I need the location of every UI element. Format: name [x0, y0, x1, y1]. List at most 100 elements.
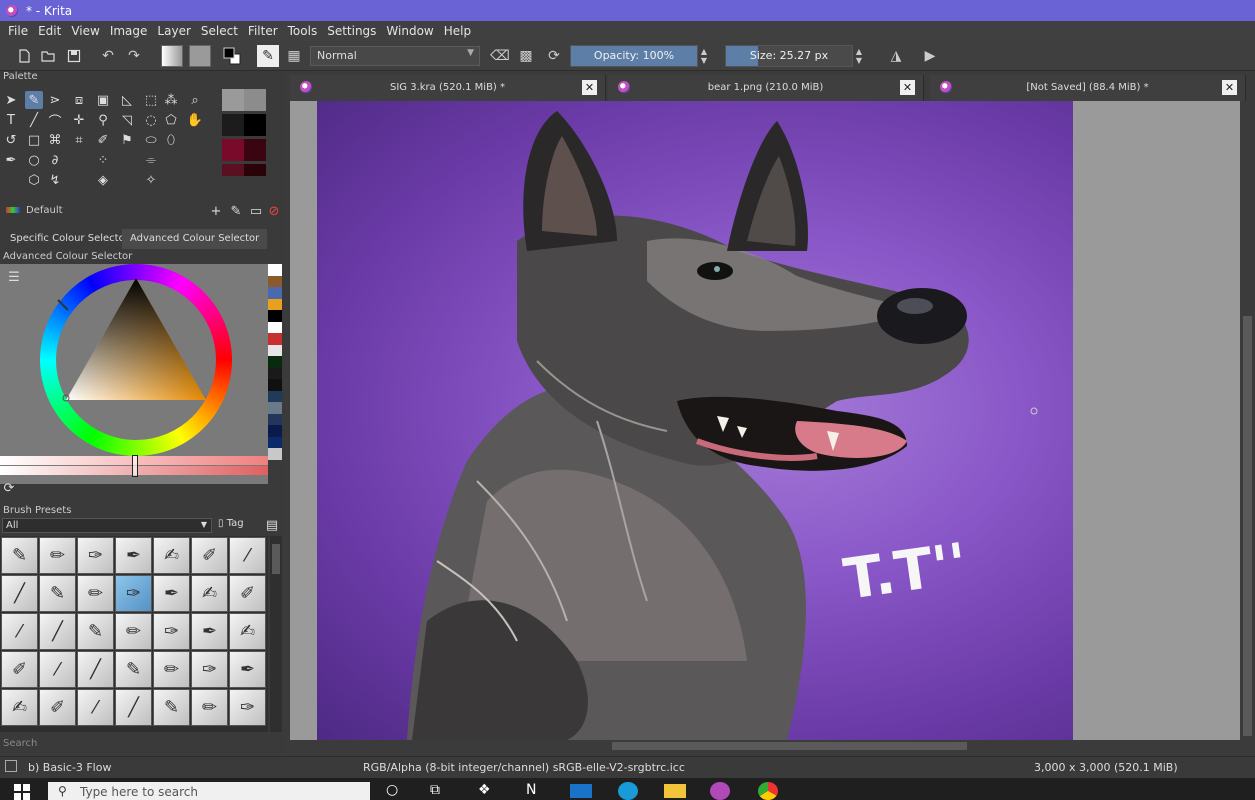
- brush-preset-icon[interactable]: ✑: [115, 575, 152, 612]
- selector-settings-icon[interactable]: ☰: [5, 268, 23, 286]
- tag-button[interactable]: ▯ Tag: [218, 518, 260, 533]
- close-icon[interactable]: ✕: [900, 80, 915, 95]
- status-color-space[interactable]: RGB/Alpha (8-bit integer/channel) sRGB-e…: [363, 761, 685, 774]
- menu-layer[interactable]: Layer: [152, 24, 195, 38]
- freehand-path-tool-icon[interactable]: ∂: [46, 151, 64, 169]
- elliptical-selection-tool-icon[interactable]: ◌: [142, 111, 160, 129]
- open-document-icon[interactable]: [38, 46, 58, 66]
- opacity-slider[interactable]: Opacity: 100%: [570, 45, 698, 67]
- colour-history-swatch[interactable]: [268, 379, 282, 391]
- brush-preset-icon[interactable]: ✐: [229, 575, 266, 612]
- brush-preset-icon[interactable]: ✑: [77, 537, 114, 574]
- tab-document-sig3[interactable]: SIG 3.kra (520.1 MiB) * ✕: [290, 75, 606, 101]
- close-icon[interactable]: ✕: [582, 80, 597, 95]
- brush-preset-icon[interactable]: ⁄: [39, 651, 76, 688]
- undo-icon[interactable]: ↶: [98, 46, 118, 66]
- crop-tool-icon[interactable]: ⌗: [70, 131, 88, 149]
- taskbar-search-input[interactable]: Type here to search: [48, 782, 370, 800]
- palette-swatch[interactable]: [222, 164, 244, 176]
- polyline-tool-icon[interactable]: ↯: [46, 171, 64, 189]
- blend-mode-select[interactable]: Normal ▼: [310, 46, 480, 66]
- reference-images-tool-icon[interactable]: ⚑: [118, 131, 136, 149]
- krita-taskbar-icon[interactable]: [710, 782, 730, 800]
- brush-preset-icon[interactable]: ✍: [191, 575, 228, 612]
- measure-tool-icon[interactable]: ◺: [118, 91, 136, 109]
- gradient-tool-icon[interactable]: ▣: [94, 91, 112, 109]
- tab-document-unsaved[interactable]: [Not Saved] (88.4 MiB) * ✕: [930, 75, 1246, 101]
- rectangle-tool-icon[interactable]: □: [25, 131, 43, 149]
- brush-preset-icon[interactable]: ✒: [229, 651, 266, 688]
- mail-icon[interactable]: [570, 784, 592, 798]
- multibrush-tool-icon[interactable]: ⋗: [46, 91, 64, 109]
- brush-editor-icon[interactable]: ✎: [257, 45, 279, 67]
- size-stepper-icon[interactable]: ▲ ▼: [852, 46, 866, 66]
- scroll-thumb[interactable]: [1243, 316, 1252, 736]
- reload-preset-icon[interactable]: ⟳: [544, 46, 564, 66]
- colour-history-swatch[interactable]: [268, 402, 282, 414]
- similar-color-selection-tool-icon[interactable]: ⬯: [162, 131, 180, 149]
- zoom-tool-icon[interactable]: ⌕: [186, 91, 204, 109]
- edit-shapes-tool-icon[interactable]: ✒: [2, 151, 20, 169]
- menu-edit[interactable]: Edit: [33, 24, 66, 38]
- menu-file[interactable]: File: [3, 24, 33, 38]
- presets-scrollbar[interactable]: [270, 536, 282, 732]
- drawing-canvas[interactable]: T.T'': [317, 101, 1073, 740]
- brush-preset-icon[interactable]: ✐: [1, 651, 38, 688]
- brush-preset-icon[interactable]: ✎: [1, 537, 38, 574]
- task-view-icon[interactable]: ⧉: [430, 782, 440, 798]
- brush-preset-icon[interactable]: ✏: [77, 575, 114, 612]
- rectangular-selection-tool-icon[interactable]: ⬚: [142, 91, 160, 109]
- palette-swatch[interactable]: [244, 114, 266, 136]
- brush-preset-icon[interactable]: ✎: [153, 689, 190, 726]
- menu-filter[interactable]: Filter: [243, 24, 283, 38]
- colour-history-swatch[interactable]: [268, 298, 282, 310]
- windows-start-icon[interactable]: [14, 784, 30, 800]
- brush-preset-icon[interactable]: ⁄: [77, 689, 114, 726]
- brush-preset-icon[interactable]: ✏: [153, 651, 190, 688]
- magnetic-selection-tool-icon[interactable]: ✧: [142, 171, 160, 189]
- palette-swatch[interactable]: [222, 139, 244, 161]
- colour-history-swatch[interactable]: [268, 436, 282, 448]
- menu-image[interactable]: Image: [105, 24, 153, 38]
- ellipse-tool-icon[interactable]: ○: [25, 151, 43, 169]
- move-tool-icon[interactable]: ✛: [70, 111, 88, 129]
- colour-history-swatch[interactable]: [268, 356, 282, 368]
- menu-tools[interactable]: Tools: [283, 24, 323, 38]
- refresh-icon[interactable]: ⟳: [0, 479, 18, 497]
- brush-preset-icon[interactable]: ✒: [191, 613, 228, 650]
- brush-preset-icon[interactable]: ✑: [153, 613, 190, 650]
- brush-preset-icon[interactable]: ✎: [115, 651, 152, 688]
- brush-preset-icon[interactable]: ✎: [77, 613, 114, 650]
- colour-history-swatch[interactable]: [268, 344, 282, 356]
- brush-preset-icon[interactable]: ✍: [1, 689, 38, 726]
- scroll-thumb[interactable]: [272, 544, 280, 574]
- select-shapes-tool-icon[interactable]: ➤: [2, 91, 20, 109]
- vertical-scrollbar[interactable]: [1240, 101, 1255, 740]
- colour-history-swatch[interactable]: [268, 333, 282, 345]
- brush-preset-icon[interactable]: ✏: [191, 689, 228, 726]
- palette-folder-icon[interactable]: ▭: [247, 202, 265, 220]
- polygon-tool-icon[interactable]: ⬡: [25, 171, 43, 189]
- magic-wand-tool-icon[interactable]: ⁂: [162, 91, 180, 109]
- tab-advanced-colour-selector[interactable]: Advanced Colour Selector: [122, 229, 268, 249]
- foreground-background-color-icon[interactable]: [222, 46, 242, 66]
- scroll-thumb[interactable]: [612, 742, 967, 750]
- transform-tool-icon[interactable]: ⧈: [70, 91, 88, 109]
- palette-swatch[interactable]: [222, 89, 244, 111]
- fill-tool-icon[interactable]: ◈: [94, 171, 112, 189]
- save-icon[interactable]: [64, 46, 84, 66]
- calligraphy-tool-icon[interactable]: ↺: [2, 131, 20, 149]
- brush-preset-icon[interactable]: ✐: [191, 537, 228, 574]
- brush-preset-icon[interactable]: ✏: [39, 537, 76, 574]
- palette-swatch[interactable]: [244, 89, 266, 111]
- colour-history-swatch[interactable]: [268, 275, 282, 287]
- status-image-dimensions[interactable]: 3,000 x 3,000 (520.1 MiB): [1034, 761, 1178, 774]
- palette-swatch[interactable]: [222, 114, 244, 136]
- assistant-tool-icon[interactable]: ◹: [118, 111, 136, 129]
- colour-history-swatch[interactable]: [268, 321, 282, 333]
- pattern-selector-icon[interactable]: [189, 45, 211, 67]
- palette-name[interactable]: Default: [26, 205, 63, 216]
- brush-preset-icon[interactable]: ✒: [115, 537, 152, 574]
- brush-preset-icon[interactable]: ╱: [77, 651, 114, 688]
- brush-preset-icon[interactable]: ✐: [39, 689, 76, 726]
